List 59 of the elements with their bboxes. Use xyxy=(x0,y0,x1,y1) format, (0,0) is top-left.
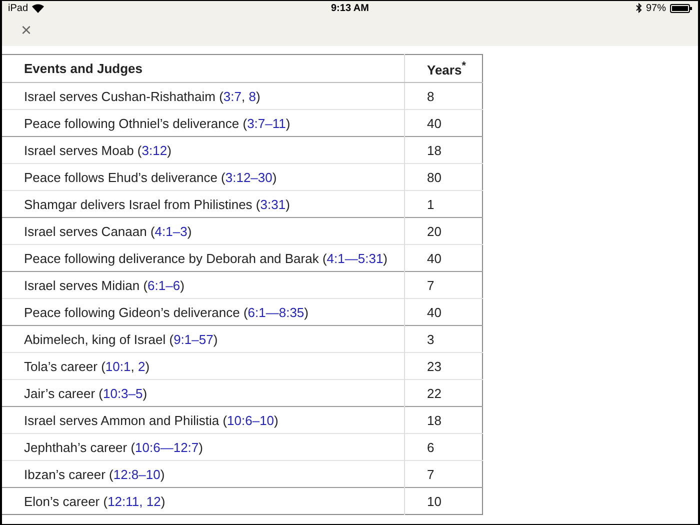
event-text: Israel serves Canaan (4:1–3) xyxy=(24,224,192,238)
years-cell: 22 xyxy=(404,380,482,406)
years-cell: 7 xyxy=(404,272,482,298)
years-cell: 18 xyxy=(404,136,482,164)
years-cell: 3 xyxy=(404,326,482,352)
event-text: Peace following Othniel’s deliverance (3:7–11) xyxy=(24,116,290,130)
years-cell: 8 xyxy=(404,82,482,110)
verse-link[interactable]: 6:1–6 xyxy=(148,278,180,292)
years-cell: 20 xyxy=(404,218,482,244)
verse-link[interactable]: 3:12 xyxy=(142,142,168,158)
event-text: Jair’s career (10:3–5) xyxy=(24,386,148,400)
verse-link[interactable]: 10:3–5 xyxy=(102,386,143,400)
verse-link[interactable]: 10:6–10 xyxy=(227,412,274,428)
event-text: Shamgar delivers Israel from Philistines (3:31) xyxy=(24,196,290,212)
event-text: Israel serves Cushan-Rishathaim (3:7, 8) xyxy=(24,88,260,104)
years-cell: 40 xyxy=(404,110,482,136)
years-cell: 1 xyxy=(404,190,482,218)
verse-link[interactable]: 6:1—8:35 xyxy=(248,304,304,320)
years-cell: 6 xyxy=(404,434,482,460)
verse-link[interactable]: 12:11, 12 xyxy=(108,494,161,508)
column-header: Events and Judges xyxy=(2,54,404,82)
clock-time: 9:13 AM xyxy=(331,2,369,14)
years-cell: 10 xyxy=(404,488,482,514)
verse-link[interactable]: 3:7 xyxy=(223,88,242,104)
event-text: Peace following deliverance by Deborah and Barak (4:1—5:31) xyxy=(24,250,388,266)
wifi-icon xyxy=(32,4,44,12)
verse-link[interactable]: 4:1—5:31 xyxy=(326,250,384,266)
years-cell: 40 xyxy=(404,244,482,272)
verse-link[interactable]: 3:31 xyxy=(260,196,286,212)
column-header: Years$^{*}$ xyxy=(404,54,482,82)
battery-percent: 97% xyxy=(646,2,666,14)
event-text: Israel serves Midian (6:1–6) xyxy=(24,278,184,292)
verse-link[interactable]: 8 xyxy=(248,88,256,104)
years-cell: 80 xyxy=(404,164,482,190)
verse-link[interactable]: 4:1–3 xyxy=(154,224,188,238)
verse-link[interactable]: 2 xyxy=(138,358,146,374)
verse-link[interactable]: 9:1–57 xyxy=(174,332,214,346)
battery-icon xyxy=(670,4,692,12)
event-text: Elon’s career (12:11, 12) xyxy=(24,494,166,508)
bluetooth-icon xyxy=(636,3,642,13)
event-text: Peace following Gideon’s deliverance (6:1—8:35) xyxy=(24,304,308,320)
close-button[interactable]: × xyxy=(17,20,36,41)
verse-link[interactable]: 10:1 xyxy=(105,358,131,374)
years-cell: 7 xyxy=(404,460,482,488)
event-text: Ibzan’s career (12:8–10) xyxy=(24,466,165,482)
event-text: Israel serves Ammon and Philistia (10:6–10) xyxy=(24,412,278,428)
event-text: Abimelech, king of Israel (9:1–57) xyxy=(24,332,218,346)
years-cell: 18 xyxy=(404,406,482,434)
event-text: Tola’s career (10:1, 2) xyxy=(24,358,150,374)
verse-link[interactable]: 10:6—12:7 xyxy=(135,440,199,454)
event-text: Israel serves Moab (3:12) xyxy=(24,142,172,158)
years-cell: 23 xyxy=(404,352,482,380)
verse-link[interactable]: 3:7–11 xyxy=(247,116,286,130)
years-cell: 40 xyxy=(404,298,482,326)
verse-link[interactable]: 12:8–10 xyxy=(113,466,160,482)
event-text: Peace follows Ehud’s deliverance (3:12–30) xyxy=(24,170,277,184)
device-name: iPad xyxy=(8,2,28,14)
verse-link[interactable]: 3:12–30 xyxy=(225,170,272,184)
event-text: Jephthah’s career (10:6—12:7) xyxy=(24,440,203,454)
